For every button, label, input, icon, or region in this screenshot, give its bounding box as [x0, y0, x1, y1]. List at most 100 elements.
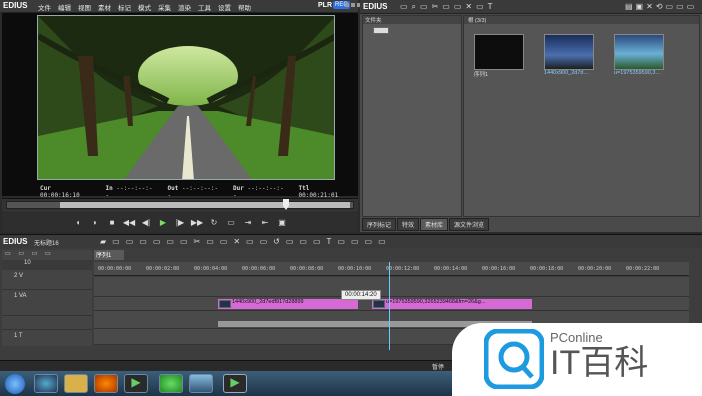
window-controls [345, 3, 361, 7]
start-button-icon[interactable] [5, 374, 25, 394]
bin-item-label: 序列1 [474, 72, 489, 78]
windows-taskbar: ▶ ▶ [0, 371, 452, 396]
bin-logo: EDIUS [363, 2, 388, 11]
clip-thumbnail-icon [373, 300, 385, 308]
ruler-tick: 00:00:14:00 [434, 266, 468, 272]
ruler-tick: 00:00:12:00 [386, 266, 420, 272]
ruler-tick: 00:00:08:00 [290, 266, 324, 272]
loop-icon[interactable]: ↻ [209, 217, 220, 228]
menu-help[interactable]: 帮助 [238, 2, 251, 12]
timecode-ttl: Ttl 00:00:21:01 [298, 185, 339, 199]
timeline-clip[interactable]: u=1975359590,3265239468&fm=26&g... [372, 299, 532, 309]
ruler-tick: 00:00:06:00 [242, 266, 276, 272]
output-icon[interactable]: ▭ [226, 217, 237, 228]
timeline-logo: EDIUS [3, 237, 28, 246]
menu-clip[interactable]: 素材 [98, 2, 111, 12]
timecode-cur: Cur 00:00:16:10 [40, 185, 80, 199]
tab-library[interactable]: 素材库 [420, 218, 449, 231]
plr-button[interactable]: PLR [318, 2, 332, 9]
menu-marker[interactable]: 标记 [118, 2, 131, 12]
bin-item-image-2[interactable]: u=1975359590,3... [614, 34, 674, 78]
taskbar-app-icon[interactable] [189, 374, 213, 393]
watermark-brand: PConline [550, 330, 603, 345]
bin-toolbar: EDIUS ▭⌕▭✂▭▭✕▭T ▤▣✕⟲▭▭▭ [360, 0, 702, 14]
ruler-tick: 00:00:10:00 [338, 266, 372, 272]
timecode-in: In --:--:--:-- [105, 185, 153, 199]
bin-item-label: u=1975359590,3... [614, 70, 661, 76]
menu-settings[interactable]: 设置 [218, 2, 231, 12]
tab-effects[interactable]: 特效 [397, 218, 420, 231]
project-name: 无标题16 [34, 241, 59, 247]
clip-thumbnail-icon [219, 300, 231, 308]
rewind-icon[interactable]: ◀◀ [123, 217, 135, 228]
track-label-audio [2, 316, 92, 330]
bin-item-sequence[interactable]: 序列1 [474, 34, 534, 78]
taskbar-app-icon[interactable] [34, 374, 58, 393]
status-bar: 暂停 [0, 360, 452, 371]
play-icon[interactable]: ▶ [158, 217, 169, 228]
set-in-icon[interactable]: ◖ [73, 217, 84, 228]
menu-mode[interactable]: 模式 [138, 2, 151, 12]
ruler-tick: 00:00:04:00 [194, 266, 228, 272]
image-thumbnail-1 [544, 34, 594, 70]
folder-root-icon[interactable] [373, 27, 389, 34]
timeline-clip[interactable]: 1440x900_2d7edf917d28899 [218, 299, 358, 309]
bin-item-image-1[interactable]: 1440x900_2d7d... [544, 34, 604, 78]
maximize-icon[interactable] [351, 3, 355, 7]
firefox-icon[interactable] [94, 374, 118, 393]
minimize-icon[interactable] [345, 3, 349, 7]
watermark-title: IT百科 [550, 344, 649, 382]
transport-controls: ◖ ◗ ■ ◀◀ ◀| ▶ |▶ ▶▶ ↻ ▭ ⇥ ⇤ ▣ [2, 213, 358, 232]
sequence-thumbnail [474, 34, 524, 70]
bin-tool-icons[interactable]: ▭⌕▭✂▭▭✕▭T [400, 2, 497, 12]
menu-file[interactable]: 文件 [38, 2, 51, 12]
insert-icon[interactable]: ⇥ [243, 217, 254, 228]
stop-icon[interactable]: ■ [107, 217, 118, 228]
status-text: 暂停 [432, 365, 445, 371]
folder-title: 文件夹 [363, 16, 461, 24]
track-label-2v[interactable]: 2 V [2, 270, 92, 290]
track-label-1t[interactable]: 1 T [2, 330, 92, 344]
folder-icon[interactable] [64, 374, 88, 393]
step-forward-icon[interactable]: |▶ [175, 217, 186, 228]
timecode-row: Cur 00:00:16:10 In --:--:--:-- Out --:--… [40, 185, 350, 199]
refresh-app-icon[interactable] [159, 374, 183, 393]
timeline-playhead[interactable] [389, 262, 390, 350]
ruler-tick: 00:00:00:00 [98, 266, 132, 272]
tab-sequence-marker[interactable]: 序列标记 [362, 218, 397, 231]
lane-2v[interactable] [94, 277, 689, 297]
track-label-1va[interactable]: 1 VA [2, 290, 92, 316]
menu-tools[interactable]: 工具 [198, 2, 211, 12]
ruler-tick: 00:00:02:00 [146, 266, 180, 272]
tab-source-browser[interactable]: 源文件浏览 [449, 218, 490, 231]
snapshot-icon[interactable]: ▣ [277, 217, 288, 228]
timecode-out: Out --:--:--:-- [167, 185, 219, 199]
timeline-tool-icons[interactable]: ▰▭▭▭▭▭▭✂▭▭✕▭▭↺▭▭▭T▭▭▭▭ [100, 237, 392, 246]
bin-view-icons[interactable]: ▤▣✕⟲▭▭▭ [625, 2, 697, 11]
menu-edit[interactable]: 编辑 [58, 2, 71, 12]
edius-taskbar-icon[interactable]: ▶ [223, 374, 247, 393]
bin-tabs: 序列标记 特效 素材库 源文件浏览 [362, 218, 490, 231]
timeline-toolbar: EDIUS 无标题16 ▰▭▭▭▭▭▭✂▭▭✕▭▭↺▭▭▭T▭▭▭▭ [0, 234, 702, 248]
ruler-tick: 00:00:22:00 [626, 266, 660, 272]
menu-view[interactable]: 视图 [78, 2, 91, 12]
timecode-dur: Dur --:--:--:-- [233, 185, 284, 199]
bin-panel: 根 (3/3) 序列1 1440x900_2d7d... u=197535959… [463, 15, 700, 217]
sequence-tab[interactable]: 序列1 [94, 250, 124, 260]
media-player-icon[interactable]: ▶ [124, 374, 148, 393]
image-thumbnail-2 [614, 34, 664, 70]
menu-list: 文件 编辑 视图 素材 标记 模式 采集 渲染 工具 设置 帮助 [38, 2, 251, 12]
bin-path: 根 (3/3) [464, 16, 699, 24]
track-header-icons[interactable]: ▭ ▭ ▭ ▭ [2, 250, 92, 260]
track-label-group: 10 [2, 260, 92, 270]
track-headers: ▭ ▭ ▭ ▭ 10 2 V 1 VA 1 T [2, 250, 92, 346]
pconline-logo-icon [484, 329, 544, 389]
menu-render[interactable]: 渲染 [178, 2, 191, 12]
set-out-icon[interactable]: ◗ [90, 217, 101, 228]
fast-forward-icon[interactable]: ▶▶ [191, 217, 203, 228]
menu-capture[interactable]: 采集 [158, 2, 171, 12]
overwrite-icon[interactable]: ⇤ [260, 217, 271, 228]
ruler-tick: 00:00:18:00 [530, 266, 564, 272]
bin-item-label: 1440x900_2d7d... [544, 70, 589, 76]
step-back-icon[interactable]: ◀| [141, 217, 152, 228]
